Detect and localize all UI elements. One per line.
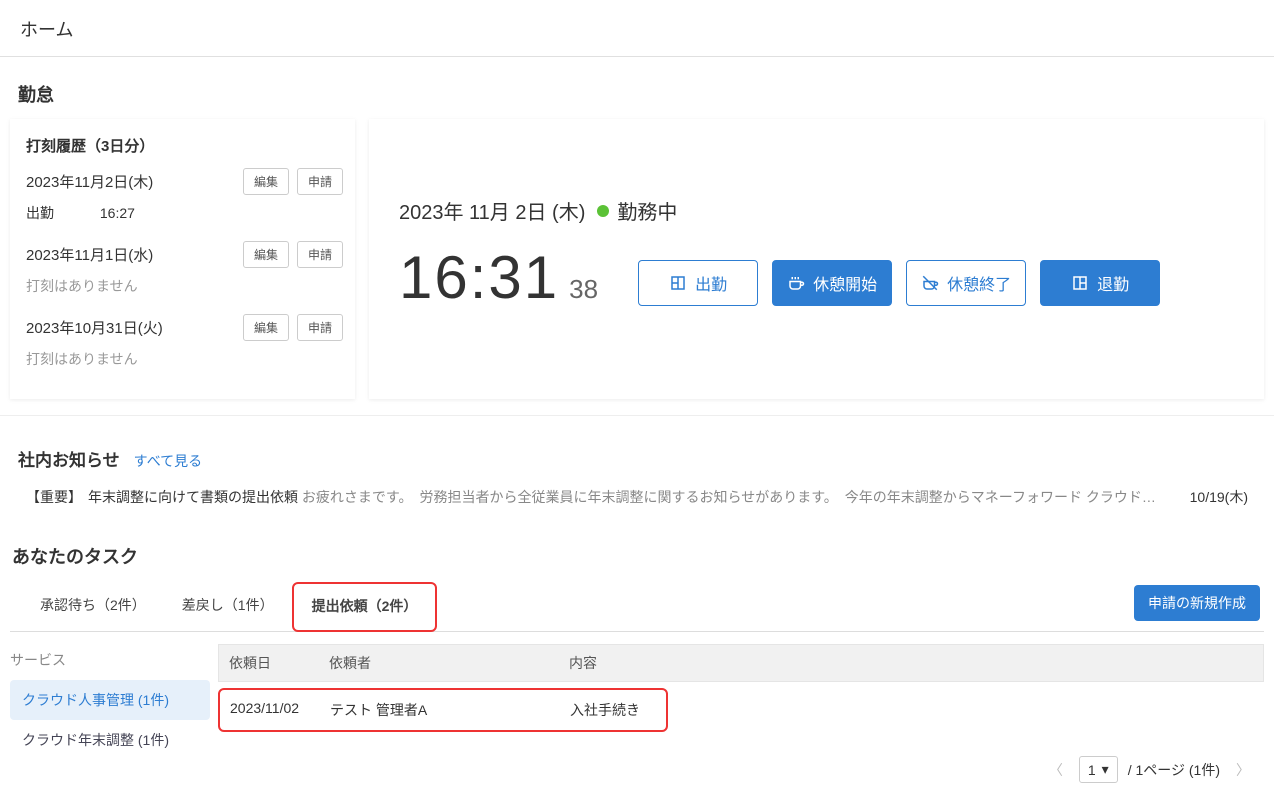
- tasks-title: あなたのタスク: [12, 543, 1264, 569]
- coffee-icon: [787, 274, 805, 292]
- clock-date: 2023年 11月 2日 (木): [399, 196, 585, 225]
- chevron-down-icon: ▾: [1102, 761, 1109, 778]
- page-next[interactable]: 〉: [1230, 758, 1256, 782]
- history-date: 2023年10月31日(火): [26, 317, 235, 338]
- announcement-subject: 年末調整に向けて書類の提出依頼: [88, 489, 298, 505]
- service-item-yearend[interactable]: クラウド年末調整 (1件): [10, 720, 210, 760]
- clock-in-button[interactable]: 出勤: [638, 260, 758, 306]
- history-entry: 2023年10月31日(火) 編集 申請 打刻はありません: [26, 314, 343, 369]
- col-request-date: 依頼日: [219, 645, 319, 681]
- clock-out-icon: [1071, 274, 1089, 292]
- edit-button[interactable]: 編集: [243, 241, 289, 268]
- kintai-section-title: 勤怠: [18, 81, 1264, 107]
- announcements-title: 社内お知らせ: [18, 446, 120, 471]
- apply-button[interactable]: 申請: [297, 168, 343, 195]
- see-all-link[interactable]: すべて見る: [134, 451, 202, 471]
- history-date: 2023年11月2日(木): [26, 171, 235, 192]
- tab-returned[interactable]: 差戻し（1件）: [164, 583, 292, 629]
- col-requester: 依頼者: [319, 645, 559, 681]
- cell-requester: テスト 管理者A: [320, 690, 560, 730]
- clock-in-icon: [669, 274, 687, 292]
- apply-button[interactable]: 申請: [297, 241, 343, 268]
- page-prev[interactable]: 〈: [1043, 758, 1069, 782]
- history-record: 出勤 16:27: [26, 203, 343, 223]
- clock-time-hm: 16:31: [399, 243, 559, 312]
- tab-submission-request[interactable]: 提出依頼（2件）: [292, 582, 438, 632]
- tab-pending[interactable]: 承認待ち（2件）: [22, 583, 164, 629]
- task-table-header: 依頼日 依頼者 内容: [218, 644, 1264, 682]
- clock-status: 勤務中: [617, 196, 677, 225]
- history-no-record: 打刻はありません: [26, 349, 343, 369]
- history-scroll[interactable]: 2023年11月2日(木) 編集 申請 出勤 16:27 2023年11月1日(…: [26, 168, 351, 398]
- break-start-button[interactable]: 休憩開始: [772, 260, 892, 306]
- cell-request-date: 2023/11/02: [220, 690, 320, 730]
- pager: 〈 1 ▾ / 1ページ (1件) 〉: [218, 756, 1264, 783]
- announcement-date: 10/19(木): [1190, 487, 1248, 507]
- page-info: / 1ページ (1件): [1128, 760, 1220, 780]
- break-end-button[interactable]: 休憩終了: [906, 260, 1026, 306]
- announcement-item[interactable]: 【重要】 年末調整に向けて書類の提出依頼 お疲れさまです。 労務担当者から全従業…: [18, 483, 1256, 511]
- cell-content: 入社手続き: [560, 690, 666, 730]
- clock-card: 2023年 11月 2日 (木) 勤務中 16:31 38 出勤: [369, 119, 1264, 399]
- status-dot-icon: [597, 205, 609, 217]
- page-title: ホーム: [0, 0, 1274, 57]
- history-entry: 2023年11月1日(水) 編集 申請 打刻はありません: [26, 241, 343, 296]
- edit-button[interactable]: 編集: [243, 168, 289, 195]
- announcement-body: お疲れさまです。 労務担当者から全従業員に年末調整に関するお知らせがあります。 …: [302, 489, 1166, 505]
- service-label: サービス: [10, 650, 210, 670]
- edit-button[interactable]: 編集: [243, 314, 289, 341]
- clock-time-sec: 38: [569, 274, 598, 305]
- history-date: 2023年11月1日(水): [26, 244, 235, 265]
- history-entry: 2023年11月2日(木) 編集 申請 出勤 16:27: [26, 168, 343, 223]
- apply-button[interactable]: 申請: [297, 314, 343, 341]
- col-content: 内容: [559, 645, 1263, 681]
- history-title: 打刻履歴（3日分）: [26, 135, 351, 156]
- page-select[interactable]: 1 ▾: [1079, 756, 1118, 783]
- new-request-button[interactable]: 申請の新規作成: [1134, 585, 1260, 621]
- clock-out-button[interactable]: 退勤: [1040, 260, 1160, 306]
- coffee-off-icon: [921, 274, 939, 292]
- clock-history-card: 打刻履歴（3日分） 2023年11月2日(木) 編集 申請 出勤 16:27: [10, 119, 355, 399]
- history-no-record: 打刻はありません: [26, 276, 343, 296]
- service-item-hr[interactable]: クラウド人事管理 (1件): [10, 680, 210, 720]
- announcement-tag: 【重要】: [26, 487, 82, 507]
- task-row[interactable]: 2023/11/02 テスト 管理者A 入社手続き: [218, 688, 668, 732]
